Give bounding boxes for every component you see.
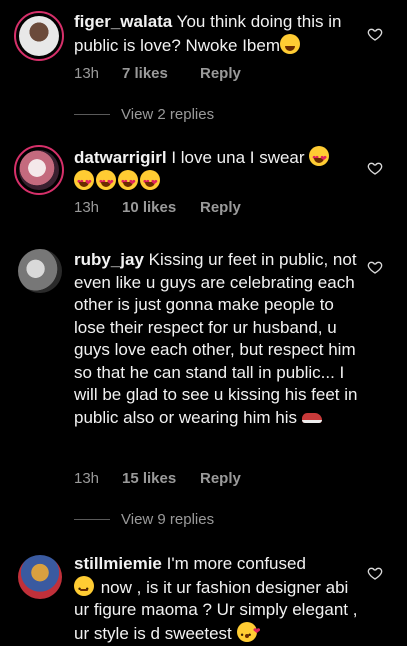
heart-eyes-emoji-icon [309,146,330,171]
reply-button[interactable]: Reply [200,65,241,82]
shoe-emoji-icon [301,412,322,423]
heart-eyes-emoji-icon [74,169,94,194]
likes-count[interactable]: 7 likes [122,65,200,82]
likes-count[interactable]: 10 likes [122,199,200,216]
view-replies-label[interactable]: View 2 replies [121,106,214,123]
avatar[interactable] [14,11,64,61]
reply-button[interactable]: Reply [200,199,241,216]
heart-eyes-emoji-icon [140,169,160,194]
timestamp: 13h [74,199,100,216]
comment-meta: 13h 7 likes Reply [74,65,241,82]
heart-eyes-emoji-icon [118,169,138,194]
avatar[interactable] [18,249,62,293]
comment-text: ruby_jay Kissing ur feet in public, not … [74,249,360,429]
username[interactable]: ruby_jay [74,250,144,269]
timestamp: 13h [74,470,100,487]
username[interactable]: datwarrigirl [74,148,167,167]
laughing-emoji-icon [279,33,300,54]
divider-line [74,114,110,115]
timestamp: 13h [74,65,100,82]
comment-meta: 13h 10 likes Reply [74,199,241,216]
comment-body: I'm more confused [161,554,306,573]
comment-body: I love una I swear [166,148,305,167]
heart-eyes-emoji-icon [96,169,116,194]
divider-line [74,519,110,520]
comment-body: now , is it ur fashion designer abi ur f… [74,577,358,643]
reply-button[interactable]: Reply [200,470,241,487]
likes-count[interactable]: 15 likes [122,470,200,487]
view-replies-button[interactable]: View 2 replies [74,106,214,123]
view-replies-button[interactable]: View 9 replies [74,511,214,528]
avatar[interactable] [14,145,64,195]
comment-text: stillmiemie I'm more confused now , is i… [74,553,360,646]
view-replies-label[interactable]: View 9 replies [121,511,214,528]
comment-text: figer_walata You think doing this in pub… [74,11,360,57]
heart-outline-icon[interactable] [367,26,383,42]
heart-outline-icon[interactable] [367,160,383,176]
avatar[interactable] [18,555,62,599]
comment-meta: 13h 15 likes Reply [74,470,241,487]
username[interactable]: stillmiemie [74,554,162,573]
heart-outline-icon[interactable] [367,565,383,581]
username[interactable]: figer_walata [74,12,172,31]
comment-text: datwarrigirl I love una I swear [74,146,360,194]
thinking-emoji-icon [74,575,94,600]
heart-outline-icon[interactable] [367,259,383,275]
comment-body: Kissing ur feet in public, not even like… [74,250,358,427]
kissing-emoji-icon [236,620,261,646]
